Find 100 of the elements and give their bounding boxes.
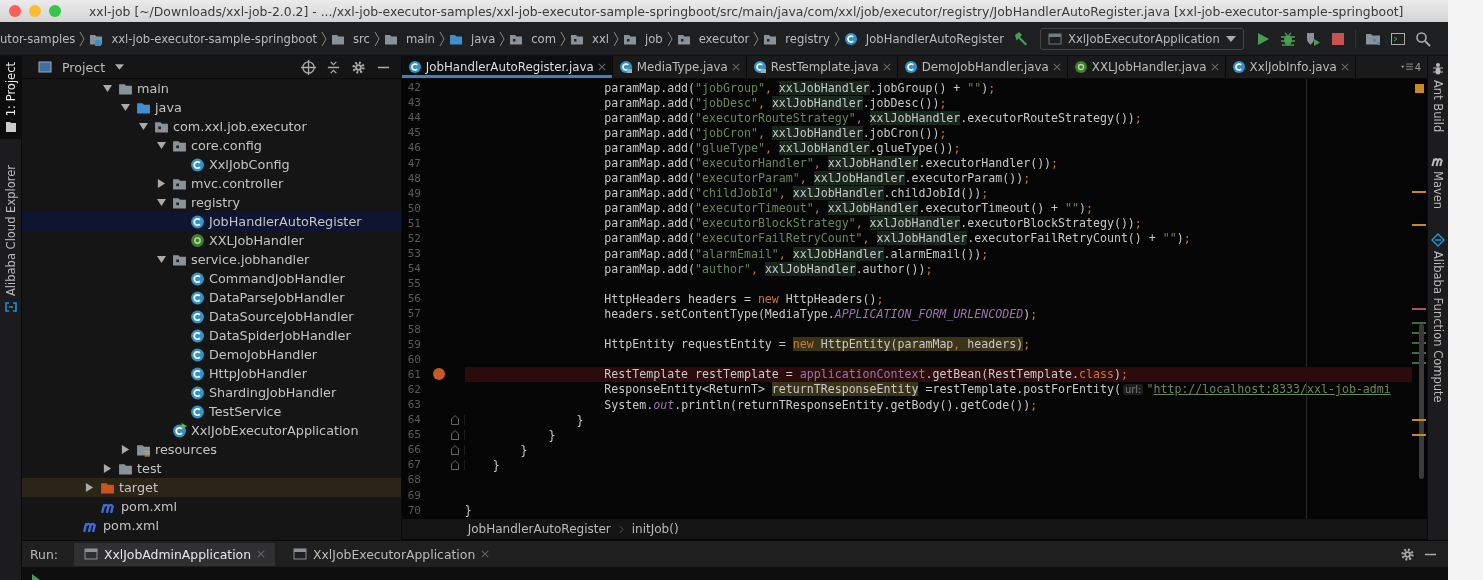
tree-item[interactable]: DataSpiderJobHandler <box>22 326 401 345</box>
list-icon <box>1400 62 1413 72</box>
breadcrumb-item[interactable]: JobHandlerAutoRegister <box>843 31 1004 46</box>
tree-item[interactable]: registry <box>22 193 401 212</box>
breadcrumb-item[interactable]: java <box>448 31 496 46</box>
tool-window-tab[interactable]: Maven <box>1430 148 1446 216</box>
editor-tab[interactable]: JobHandlerAutoRegister.java <box>401 56 613 78</box>
code-line: ResponseEntity<ReturnT> returnTResponseEntity =restTemplate.postForEntity( url: "http://localhost:8333/xxl-job-admi <box>604 382 1391 397</box>
expanded-arrow-icon[interactable] <box>157 255 166 264</box>
breadcrumb-item[interactable]: xxl-job-executor-sample-springboot <box>89 31 318 46</box>
line-number: 42 <box>406 81 422 95</box>
code-line: paramMap.add("executorBlockStrategy", xxlJobHandler.executorBlockStrategy()); <box>604 216 1142 231</box>
tree-item[interactable]: service.jobhandler <box>22 250 401 269</box>
run-tab[interactable]: XxlJobExecutorApplication <box>283 542 500 566</box>
expanded-arrow-icon[interactable] <box>121 103 130 112</box>
caret-icon[interactable] <box>115 64 125 70</box>
ant-icon <box>1432 62 1444 76</box>
breadcrumb-item[interactable]: JobHandlerAutoRegister <box>467 522 611 536</box>
breadcrumb-item[interactable]: executor <box>676 31 750 46</box>
tree-item[interactable]: JobHandlerAutoRegister <box>22 212 401 231</box>
tree-item[interactable]: com.xxl.job.executor <box>22 117 401 136</box>
code-line: } <box>576 412 584 427</box>
tree-item[interactable]: core.config <box>22 136 401 155</box>
tree-item[interactable]: DemoJobHandler <box>22 345 401 364</box>
expanded-arrow-icon[interactable] <box>157 198 166 207</box>
editor-tab[interactable]: XxlJobInfo.java <box>1225 56 1356 78</box>
chevron-icon <box>560 30 566 47</box>
tree-item[interactable]: ShardingJobHandler <box>22 383 401 402</box>
package-icon <box>172 252 187 267</box>
settings-icon[interactable] <box>350 59 366 75</box>
code-line: RestTemplate restTemplate = applicationContext.getBean(RestTemplate.class); <box>604 367 1128 382</box>
tree-item[interactable]: HttpJobHandler <box>22 364 401 383</box>
expanded-arrow-icon[interactable] <box>139 122 148 131</box>
collapsed-arrow-icon[interactable] <box>157 179 166 188</box>
breadcrumb-item[interactable]: src <box>331 31 370 46</box>
tree-item[interactable]: XxlJobConfig <box>22 155 401 174</box>
run-tab[interactable]: XxlJobAdminApplication <box>73 542 276 566</box>
collapsed-arrow-icon[interactable] <box>121 445 130 454</box>
tree-item[interactable]: XXLJobHandler <box>22 231 401 250</box>
editor-tab[interactable]: XXLJobHandler.java <box>1067 56 1226 78</box>
panel-title[interactable]: Project <box>62 59 106 75</box>
tree-item[interactable]: resources <box>22 440 401 459</box>
editor-tab[interactable]: MediaType.java <box>612 56 747 78</box>
close-icon[interactable] <box>731 63 740 71</box>
line-number: 67 <box>406 458 422 472</box>
fold-icon[interactable] <box>450 459 459 470</box>
chevron-icon <box>321 30 328 47</box>
line-number: 60 <box>406 352 422 366</box>
breadcrumb-item[interactable]: job <box>622 31 663 46</box>
breadcrumb-item[interactable]: com <box>509 31 556 46</box>
close-icon[interactable] <box>1052 63 1061 71</box>
close-icon[interactable] <box>882 63 891 71</box>
tree-item[interactable]: DataParseJobHandler <box>22 288 401 307</box>
expanded-arrow-icon[interactable] <box>157 141 166 150</box>
tree-item[interactable]: mvc.controller <box>22 174 401 193</box>
collapsed-arrow-icon[interactable] <box>85 483 94 492</box>
close-icon[interactable] <box>1210 63 1219 71</box>
close-icon[interactable] <box>597 63 606 71</box>
run-configuration-dropdown[interactable]: XxlJobExecutorApplication <box>1040 27 1244 50</box>
tool-window-tab[interactable]: 1: Project <box>0 56 21 140</box>
tool-window-tab[interactable]: Ant Build <box>1431 56 1445 139</box>
tree-item[interactable]: CommandJobHandler <box>22 269 401 288</box>
editor-tab[interactable]: DemoJobHandler.java <box>897 56 1068 78</box>
breadcrumb-item[interactable]: initJob() <box>631 522 679 536</box>
tool-window-tab[interactable]: Alibaba Function Compute <box>1431 227 1445 409</box>
tree-item[interactable]: target <box>22 478 401 497</box>
tree-item[interactable]: XxlJobExecutorApplication <box>22 421 401 440</box>
close-icon[interactable] <box>1340 63 1349 71</box>
fold-icon[interactable] <box>450 414 459 425</box>
collapse-icon[interactable] <box>325 59 341 75</box>
collapsed-arrow-icon[interactable] <box>103 464 112 473</box>
breadcrumb-item[interactable]: utor-samples <box>0 31 76 46</box>
editor-tab[interactable]: RestTemplate.java <box>746 56 898 78</box>
breadcrumb-item[interactable]: main <box>384 31 435 46</box>
tree-item[interactable]: main <box>22 79 401 98</box>
close-icon[interactable] <box>481 550 490 558</box>
tree-item[interactable]: DataSourceJobHandler <box>22 307 401 326</box>
hammer-icon[interactable] <box>1013 30 1029 47</box>
fold-icon[interactable] <box>450 429 459 440</box>
code-line: headers.setContentType(MediaType.APPLICATION_FORM_URLENCODED); <box>604 306 1038 321</box>
tree-item[interactable]: java <box>22 98 401 117</box>
settings-icon[interactable] <box>1400 546 1415 562</box>
tree-item[interactable]: test <box>22 459 401 478</box>
coverage-icon[interactable] <box>1304 30 1321 47</box>
tree-item[interactable]: pom.xml <box>22 497 401 516</box>
stop-icon[interactable] <box>1329 30 1346 47</box>
terminal-icon[interactable] <box>1389 30 1406 47</box>
breadcrumb-item[interactable]: registry <box>763 31 830 46</box>
tree-item[interactable]: pom.xml <box>22 516 401 535</box>
run-icon[interactable] <box>30 572 42 580</box>
debug-icon[interactable] <box>1279 30 1296 47</box>
fold-icon[interactable] <box>450 444 459 455</box>
tree-item[interactable]: TestService <box>22 402 401 421</box>
breadcrumb-item[interactable]: xxl <box>570 31 609 46</box>
tab-overflow-button[interactable]: 4 <box>1400 56 1427 78</box>
crosshair-icon[interactable] <box>300 59 316 75</box>
expanded-arrow-icon[interactable] <box>103 84 112 93</box>
search-icon[interactable] <box>1414 30 1431 47</box>
tool-window-tab[interactable]: Alibaba Cloud Explorer <box>0 159 21 320</box>
breakpoint-icon[interactable] <box>432 368 445 381</box>
